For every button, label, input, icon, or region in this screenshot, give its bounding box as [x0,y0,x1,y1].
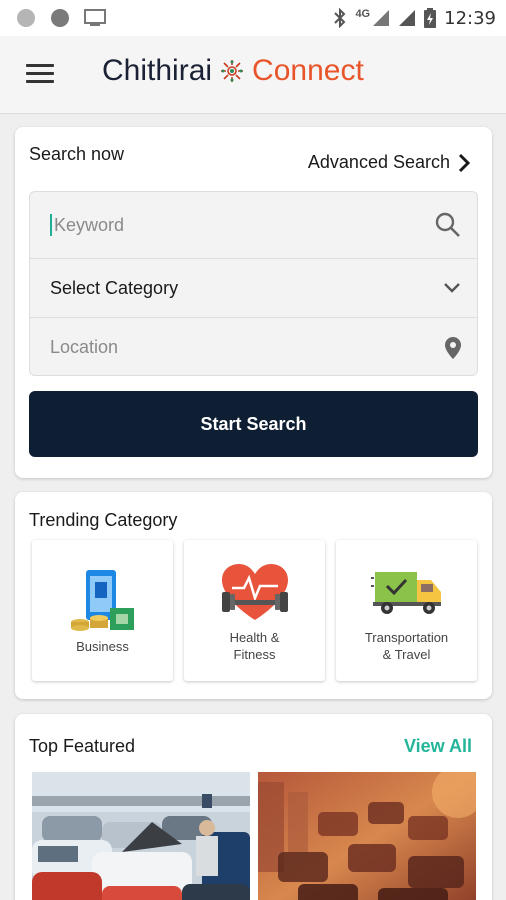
bluetooth-icon [334,8,346,28]
screen-cast-icon [84,9,106,26]
signal-icon [373,10,390,26]
menu-icon[interactable] [26,64,54,84]
flower-emblem-icon [221,60,244,82]
category-label: Business [76,639,129,654]
business-icon [70,570,134,631]
notification-dot-icon [17,9,35,27]
truck-icon [370,572,441,614]
search-icon[interactable] [435,212,461,238]
text-cursor [50,214,52,236]
category-select-label: Select Category [50,277,179,298]
signal-icon [399,10,416,26]
keyword-field[interactable] [30,192,477,259]
status-right: 4G 12:39 [333,6,496,30]
location-label: Location [50,337,119,357]
location-pin-icon[interactable] [445,336,461,359]
start-search-button[interactable]: Start Search [29,391,478,457]
battery-icon [424,8,437,28]
category-tiles: Business Health & Fitness Transportation… [32,540,477,681]
category-label: Health & Fitness [229,630,280,662]
chevron-right-icon [458,153,470,172]
featured-image-car-market[interactable] [32,772,250,900]
search-form: Select Category Location [29,191,478,376]
top-featured-card: Top Featured View All [15,714,492,900]
category-select[interactable]: Select Category [30,259,477,318]
category-tile-business[interactable]: Business [32,540,173,681]
advanced-search-label: Advanced Search [307,152,450,172]
trending-title: Trending Category [29,510,178,530]
search-card: Search now Advanced Search Select Catego… [15,127,492,478]
notification-dot-icon [51,9,69,27]
location-field[interactable]: Location [30,318,477,377]
trending-category-card: Trending Category Business Health & Fitn… [15,492,492,699]
clock: 12:39 [444,7,496,29]
status-bar: 4G 12:39 [0,0,506,36]
search-title: Search now [29,144,125,164]
top-featured-title: Top Featured [29,736,136,756]
brand-name-second: Connect [252,54,364,87]
category-label: Transportation & Travel [364,630,449,662]
brand-name-first: Chithirai [102,54,213,87]
advanced-search-link[interactable]: Advanced Search [308,152,470,173]
health-fitness-icon [221,564,288,620]
car-market-photo [32,772,250,900]
traffic-photo [258,772,476,900]
chevron-down-icon [444,283,460,293]
featured-image-traffic[interactable] [258,772,476,900]
network-type-label: 4G [355,8,371,20]
view-all-link[interactable]: View All [404,736,472,757]
keyword-input[interactable] [54,214,414,236]
category-tile-health-fitness[interactable]: Health & Fitness [184,540,325,681]
brand-logo: Chithirai Connect [102,54,364,88]
category-tile-transportation-travel[interactable]: Transportation & Travel [336,540,477,681]
app-bar: Chithirai Connect [0,36,506,114]
